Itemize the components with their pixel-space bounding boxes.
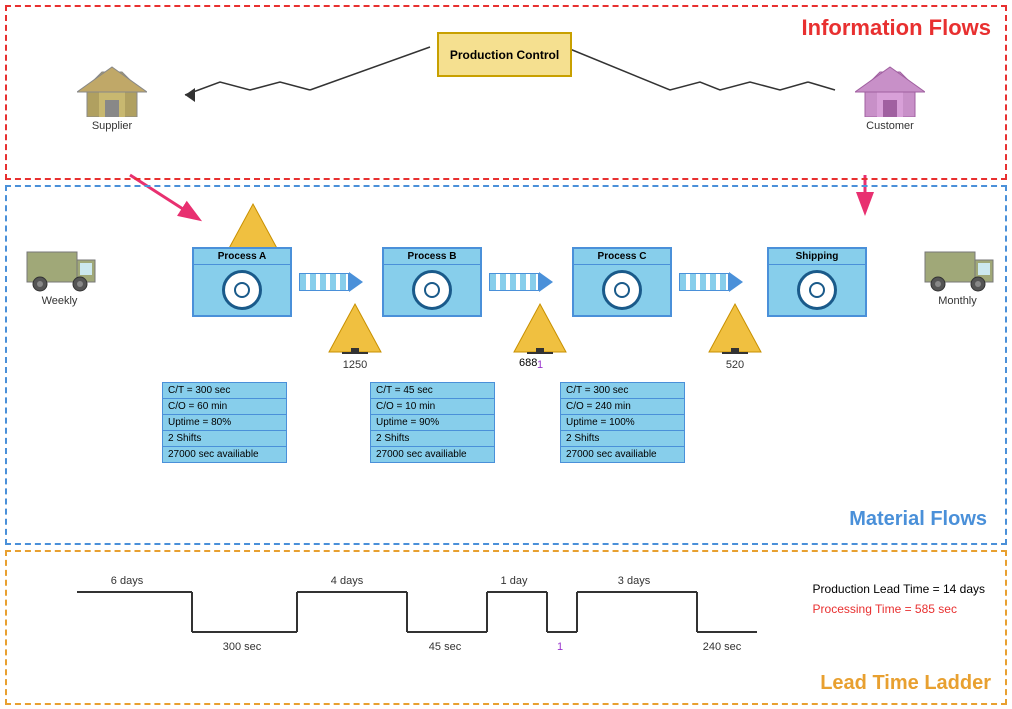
svg-text:6 days: 6 days (111, 575, 144, 587)
inventory-triangle-3: 520 (707, 302, 763, 371)
process-c-avail: 27000 sec availiable (561, 447, 684, 462)
process-c-box: Process C (572, 247, 672, 317)
svg-text:3 days: 3 days (618, 575, 651, 587)
process-a-shifts: 2 Shifts (163, 431, 286, 447)
process-a-box: Process A (192, 247, 292, 317)
process-c-uptime: Uptime = 100% (561, 415, 684, 431)
lead-time-label: Lead Time Ladder (820, 672, 991, 695)
process-a-uptime: Uptime = 80% (163, 415, 286, 431)
process-a-machine (222, 270, 262, 310)
process-c-co: C/O = 240 min (561, 399, 684, 415)
weekly-truck-container: Weekly (22, 242, 97, 307)
weekly-truck-icon (22, 242, 97, 292)
info-flows-section: Information Flows Production Control Sup… (5, 5, 1007, 180)
process-a-avail: 27000 sec availiable (163, 447, 286, 462)
process-c-shifts: 2 Shifts (561, 431, 684, 447)
shipping-machine (797, 270, 837, 310)
inventory-value-3: 520 (726, 359, 744, 371)
push-arrow-ab-head (349, 272, 363, 292)
monthly-truck-container: Monthly (920, 242, 995, 307)
processing-time: Processing Time = 585 sec (813, 602, 985, 616)
lead-time-section: Lead Time Ladder 6 days 4 days 1 day 3 d… (5, 550, 1007, 705)
shipping-title: Shipping (769, 249, 865, 265)
customer-label: Customer (855, 120, 925, 132)
customer-container: Customer (855, 62, 925, 132)
process-b-machine (412, 270, 452, 310)
svg-text:240 sec: 240 sec (703, 641, 742, 653)
lead-time-ladder-svg: 6 days 4 days 1 day 3 days 300 sec 45 se… (27, 562, 757, 682)
lead-time-stats: Production Lead Time = 14 days Processin… (813, 582, 985, 616)
process-a-co: C/O = 60 min (163, 399, 286, 415)
push-arrow-bc-body (489, 273, 539, 291)
svg-text:45 sec: 45 sec (429, 641, 462, 653)
inventory-triangle-icon-1 (327, 302, 383, 354)
production-control-box: Production Control (437, 32, 572, 77)
supplier-label: Supplier (77, 120, 147, 132)
inventory-triangle-1: 1250 (327, 302, 383, 371)
push-arrow-cs-body (679, 273, 729, 291)
process-b-info: C/T = 45 sec C/O = 10 min Uptime = 90% 2… (370, 382, 495, 463)
process-c-machine (602, 270, 642, 310)
process-b-co: C/O = 10 min (371, 399, 494, 415)
customer-factory-icon (855, 62, 925, 117)
process-a-ct: C/T = 300 sec (163, 383, 286, 399)
process-a-title: Process A (194, 249, 290, 265)
push-arrow-ab (299, 272, 363, 292)
production-control-label: Production Control (450, 48, 559, 62)
inventory-triangle-icon-3 (707, 302, 763, 354)
material-flows-section: Material Flows Weekly Monthly (5, 185, 1007, 545)
monthly-label: Monthly (920, 295, 995, 307)
material-flows-label: Material Flows (849, 508, 987, 531)
svg-text:4 days: 4 days (331, 575, 364, 587)
process-b-title: Process B (384, 249, 480, 265)
svg-text:1: 1 (557, 641, 563, 653)
push-arrow-ab-body (299, 273, 349, 291)
process-a-info: C/T = 300 sec C/O = 60 min Uptime = 80% … (162, 382, 287, 463)
supplier-container: Supplier (77, 62, 147, 132)
push-arrow-cs-head (729, 272, 743, 292)
inventory-value-2: 1 (537, 359, 543, 371)
process-b-ct: C/T = 45 sec (371, 383, 494, 399)
push-arrow-bc-head (539, 272, 553, 292)
push-arrow-bc (489, 272, 553, 292)
inventory-value-688: 688 (519, 357, 537, 369)
supplier-factory-icon (77, 62, 147, 117)
process-c-ct: C/T = 300 sec (561, 383, 684, 399)
info-flows-label: Information Flows (802, 15, 991, 41)
production-lead-time: Production Lead Time = 14 days (813, 582, 985, 596)
shipping-box: Shipping (767, 247, 867, 317)
process-c-info: C/T = 300 sec C/O = 240 min Uptime = 100… (560, 382, 685, 463)
monthly-truck-icon (920, 242, 995, 292)
process-b-box: Process B (382, 247, 482, 317)
process-c-title: Process C (574, 249, 670, 265)
inventory-value-1: 1250 (343, 359, 367, 371)
process-b-shifts: 2 Shifts (371, 431, 494, 447)
process-b-avail: 27000 sec availiable (371, 447, 494, 462)
weekly-label: Weekly (22, 295, 97, 307)
svg-text:1 day: 1 day (501, 575, 528, 587)
svg-text:300 sec: 300 sec (223, 641, 262, 653)
push-arrow-cs (679, 272, 743, 292)
process-b-uptime: Uptime = 90% (371, 415, 494, 431)
inventory-triangle-icon-2 (512, 302, 568, 354)
